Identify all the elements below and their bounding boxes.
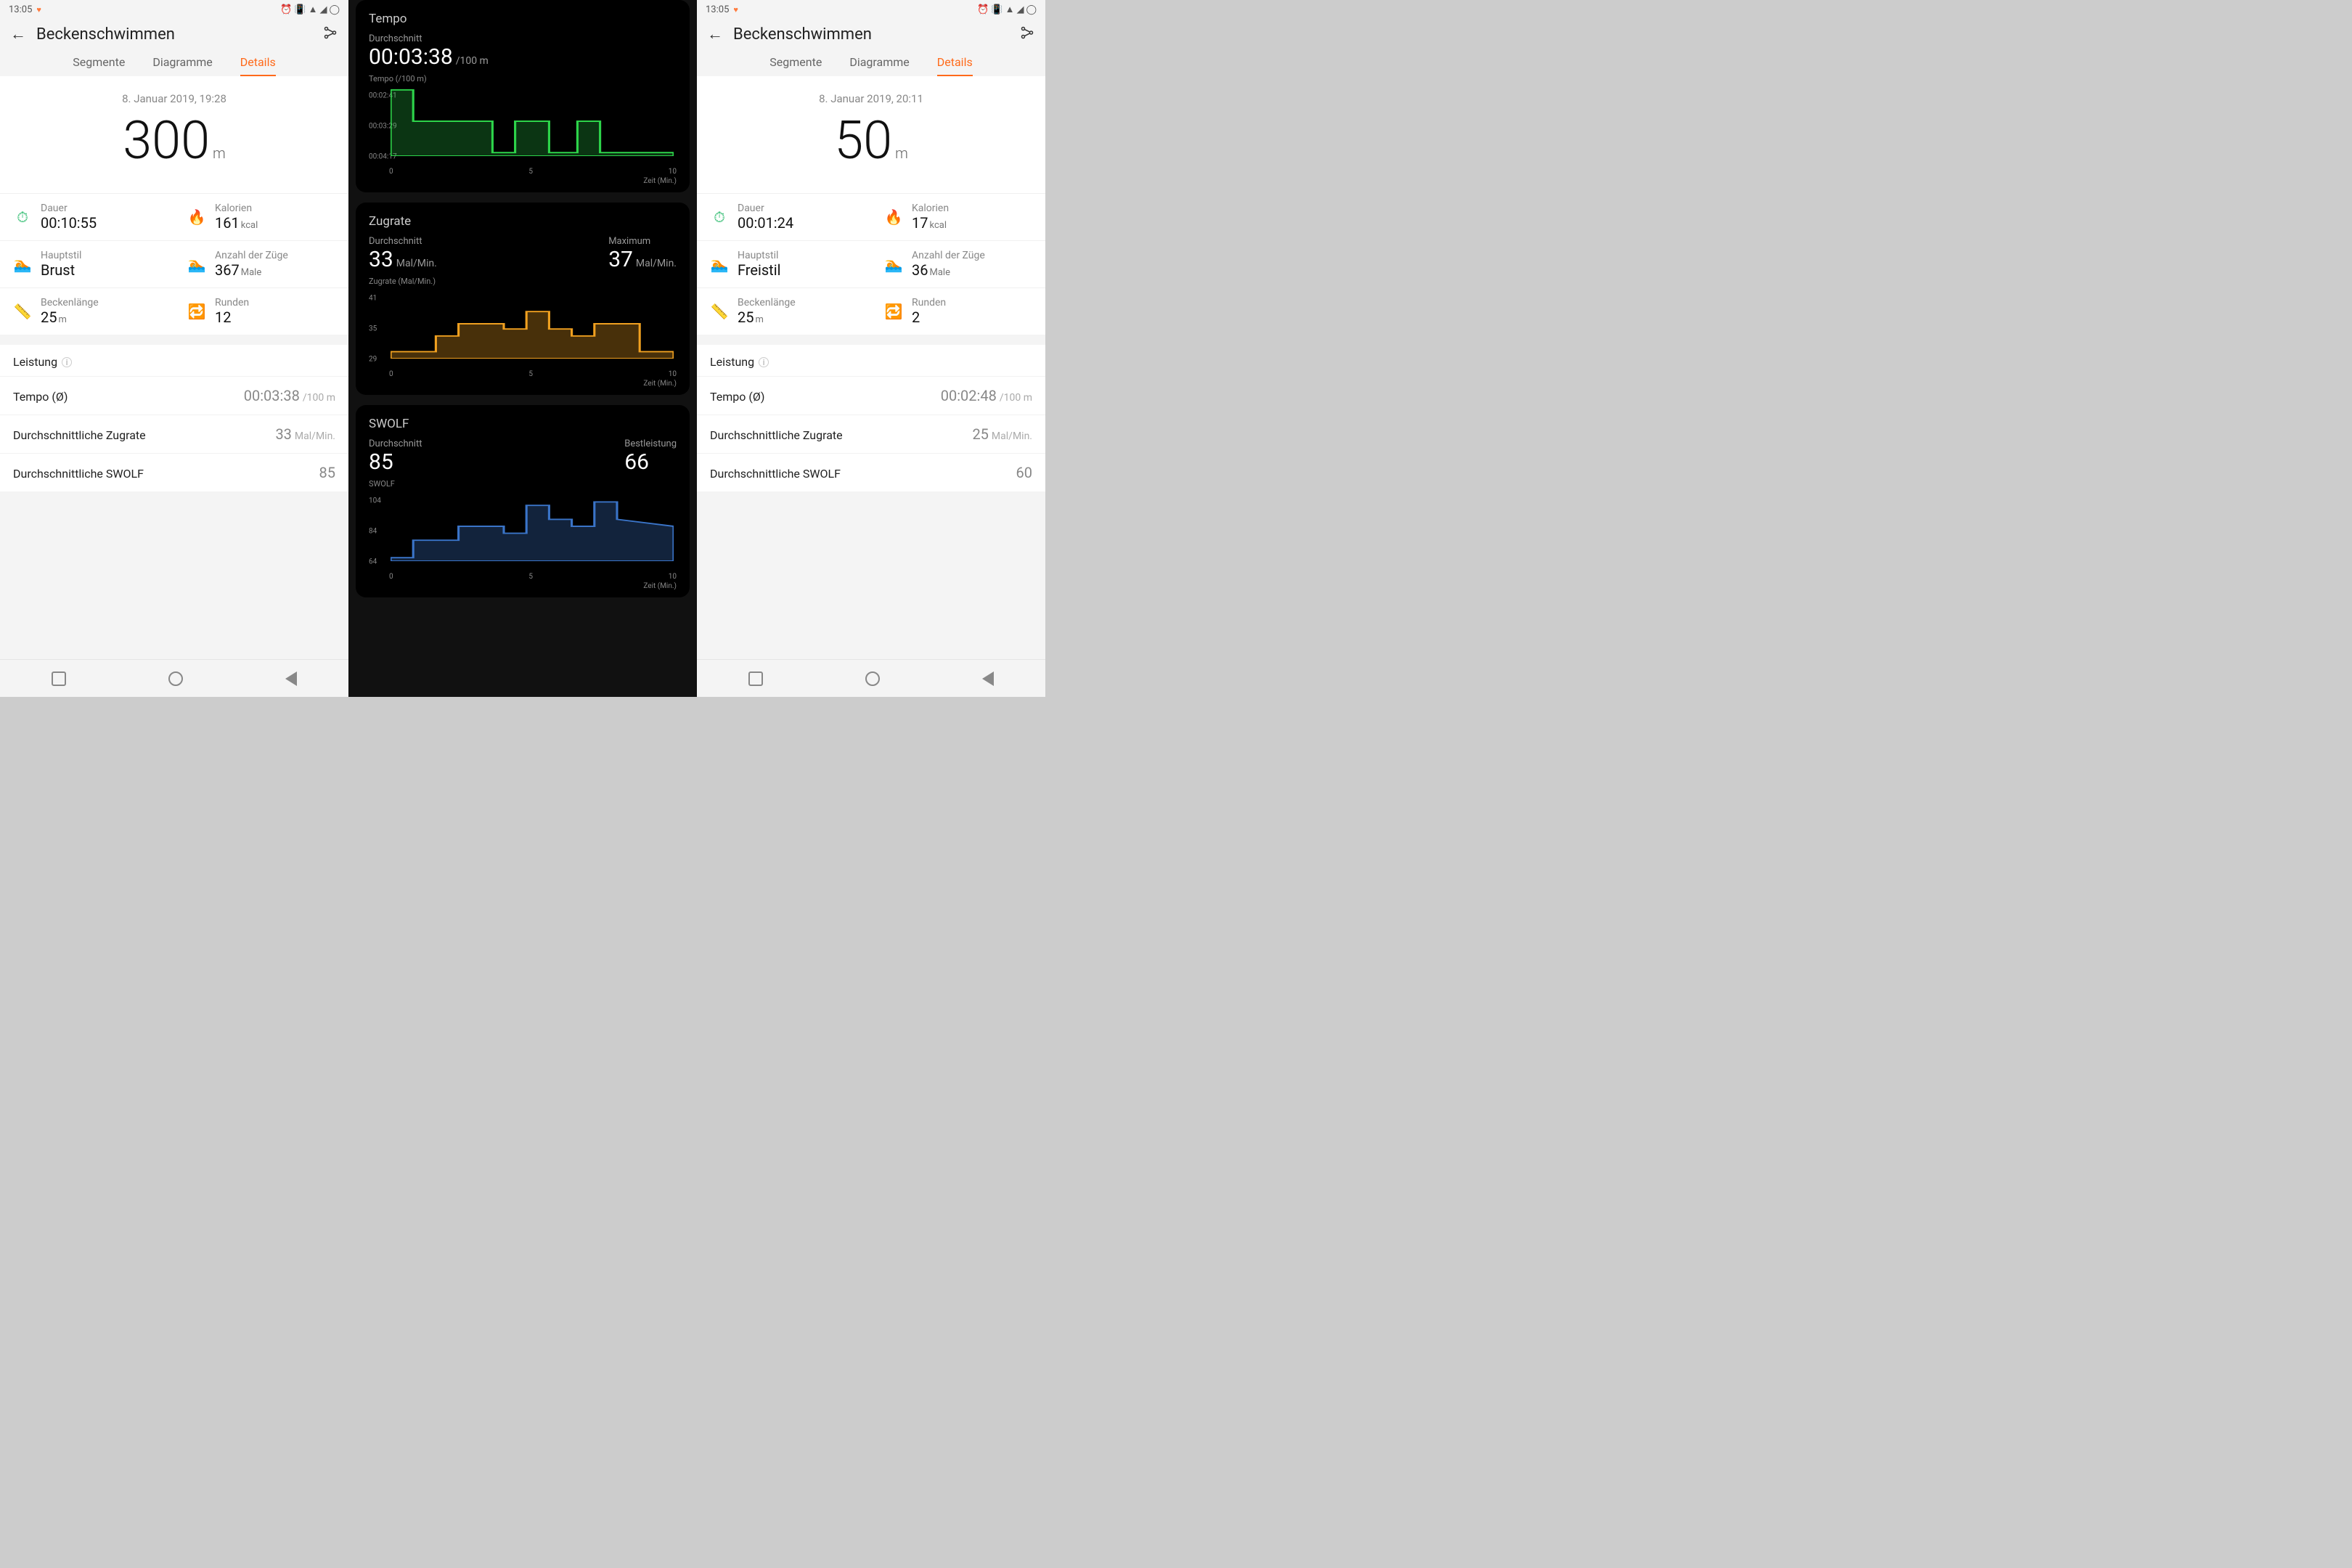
alarm-icon: ⏰ — [977, 4, 989, 15]
distance-value: 300 — [123, 110, 210, 171]
pool-length-icon: 📏 — [13, 303, 32, 320]
signal-icon: ◢ — [319, 4, 327, 15]
tab-segmente[interactable]: Segmente — [769, 55, 822, 76]
heart-icon: ♥ — [36, 5, 41, 15]
share-icon[interactable] — [322, 25, 338, 44]
zugrate-chart: 41 35 29 — [369, 289, 677, 369]
phone-charts: Tempo Durchschnitt 00:03:38/100 m Tempo … — [348, 0, 697, 697]
nav-bar — [0, 659, 348, 697]
signal-icon: ◢ — [1016, 4, 1024, 15]
info-icon[interactable]: i — [759, 357, 769, 367]
stat-dauer: ⏱ Dauer00:10:55 — [0, 193, 174, 240]
page-title: Beckenschwimmen — [36, 25, 312, 44]
tab-segmente[interactable]: Segmente — [73, 55, 125, 76]
tempo-chart-label: Tempo (/100 m) — [369, 74, 677, 83]
tabs: Segmente Diagramme Details — [0, 48, 348, 76]
card-swolf: SWOLF Durchschnitt 85 Bestleistung 66 SW… — [356, 405, 690, 597]
stat-runden: 🔁 Runden2 — [871, 287, 1045, 335]
performance-section: Leistungi Tempo (Ø) 00:02:48/100 m Durch… — [697, 345, 1045, 491]
perf-zugrate: Durchschnittliche Zugrate 33Mal/Min. — [0, 415, 348, 453]
swimmer-icon: 🏊 — [710, 256, 729, 273]
swolf-best: 66 — [624, 449, 677, 475]
stat-dauer: ⏱ Dauer00:01:24 — [697, 193, 871, 240]
perf-tempo: Tempo (Ø) 00:02:48/100 m — [697, 376, 1045, 415]
nav-home-icon[interactable] — [865, 671, 880, 686]
title-bar: ← Beckenschwimmen — [0, 19, 348, 48]
nav-bar — [697, 659, 1045, 697]
zugrate-max: 37Mal/Min. — [608, 247, 677, 272]
zugrate-title: Zugrate — [369, 214, 677, 229]
loading-icon: ◯ — [329, 4, 340, 15]
tab-diagramme[interactable]: Diagramme — [152, 55, 212, 76]
swolf-chart: 104 84 64 — [369, 491, 677, 571]
stopwatch-icon: ⏱ — [710, 208, 729, 226]
strokes-icon: 🏊 — [884, 256, 903, 273]
phone-session-a: 13:05 ♥ ⏰ 📳 ▲ ◢ ◯ ← Beckenschwimmen Segm… — [0, 0, 348, 697]
nav-home-icon[interactable] — [168, 671, 183, 686]
stat-beckenlaenge: 📏 Beckenlänge25m — [697, 287, 871, 335]
perf-swolf: Durchschnittliche SWOLF 60 — [697, 453, 1045, 491]
perf-swolf: Durchschnittliche SWOLF 85 — [0, 453, 348, 491]
back-icon[interactable]: ← — [707, 25, 723, 44]
tempo-avg-label: Durchschnitt — [369, 33, 677, 44]
distance: 50m — [697, 110, 1045, 193]
stat-kalorien: 🔥 Kalorien17kcal — [871, 193, 1045, 240]
distance: 300m — [0, 110, 348, 193]
stopwatch-icon: ⏱ — [13, 208, 32, 226]
performance-section: Leistung i Tempo (Ø) 00:03:38/100 m Durch… — [0, 345, 348, 491]
stat-beckenlaenge: 📏 Beckenlänge25m — [0, 287, 174, 335]
pool-length-icon: 📏 — [710, 303, 729, 320]
tab-details[interactable]: Details — [937, 55, 973, 76]
vibrate-icon: 📳 — [991, 4, 1003, 15]
alarm-icon: ⏰ — [280, 4, 292, 15]
vibrate-icon: 📳 — [294, 4, 306, 15]
back-icon[interactable]: ← — [10, 25, 26, 44]
stat-kalorien: 🔥 Kalorien161kcal — [174, 193, 348, 240]
strokes-icon: 🏊 — [187, 256, 206, 273]
tabs: Segmente Diagramme Details — [697, 48, 1045, 76]
stat-hauptstil: 🏊 HauptstilBrust — [0, 240, 174, 287]
tab-diagramme[interactable]: Diagramme — [849, 55, 909, 76]
flame-icon: 🔥 — [884, 208, 903, 226]
phone-session-b: 13:05 ♥ ⏰ 📳 ▲ ◢ ◯ ← Beckenschwimmen Segm… — [697, 0, 1045, 697]
nav-back-icon[interactable] — [982, 671, 994, 686]
wifi-icon: ▲ — [1005, 4, 1015, 15]
tempo-avg-value: 00:03:38/100 m — [369, 44, 677, 70]
flame-icon: 🔥 — [187, 208, 206, 226]
title-bar: ← Beckenschwimmen — [697, 19, 1045, 48]
laps-icon: 🔁 — [187, 303, 206, 320]
card-tempo: Tempo Durchschnitt 00:03:38/100 m Tempo … — [356, 0, 690, 192]
nav-recent-icon[interactable] — [748, 671, 763, 686]
card-zugrate: Zugrate Durchschnitt 33Mal/Min. Maximum … — [356, 203, 690, 395]
nav-recent-icon[interactable] — [52, 671, 66, 686]
heart-icon: ♥ — [733, 5, 738, 15]
share-icon[interactable] — [1019, 25, 1035, 44]
swolf-avg: 85 — [369, 449, 422, 475]
distance-unit: m — [213, 144, 226, 162]
stat-hauptstil: 🏊 HauptstilFreistil — [697, 240, 871, 287]
zugrate-avg: 33Mal/Min. — [369, 247, 437, 272]
loading-icon: ◯ — [1026, 4, 1037, 15]
status-bar: 13:05 ♥ ⏰ 📳 ▲ ◢ ◯ — [697, 0, 1045, 19]
tempo-title: Tempo — [369, 12, 677, 26]
session-datetime: 8. Januar 2019, 19:28 — [0, 76, 348, 110]
nav-back-icon[interactable] — [285, 671, 297, 686]
performance-title: Leistung — [13, 355, 57, 369]
tempo-xaxis: 0 5 10 — [369, 166, 677, 176]
stat-runden: 🔁 Runden12 — [174, 287, 348, 335]
status-bar: 13:05 ♥ ⏰ 📳 ▲ ◢ ◯ — [0, 0, 348, 19]
stat-zuege: 🏊 Anzahl der Züge36Male — [871, 240, 1045, 287]
laps-icon: 🔁 — [884, 303, 903, 320]
stat-zuege: 🏊 Anzahl der Züge367Male — [174, 240, 348, 287]
stats-grid: ⏱ Dauer00:10:55 🔥 Kalorien161kcal 🏊 Haup… — [0, 193, 348, 335]
perf-tempo: Tempo (Ø) 00:03:38/100 m — [0, 376, 348, 415]
wifi-icon: ▲ — [309, 4, 318, 15]
tempo-chart: 00:02:41 00:03:29 00:04:17 — [369, 86, 677, 166]
swimmer-icon: 🏊 — [13, 256, 32, 273]
perf-zugrate: Durchschnittliche Zugrate 25Mal/Min. — [697, 415, 1045, 453]
info-icon[interactable]: i — [62, 357, 72, 367]
status-time: 13:05 — [9, 4, 32, 15]
tab-details[interactable]: Details — [240, 55, 276, 76]
